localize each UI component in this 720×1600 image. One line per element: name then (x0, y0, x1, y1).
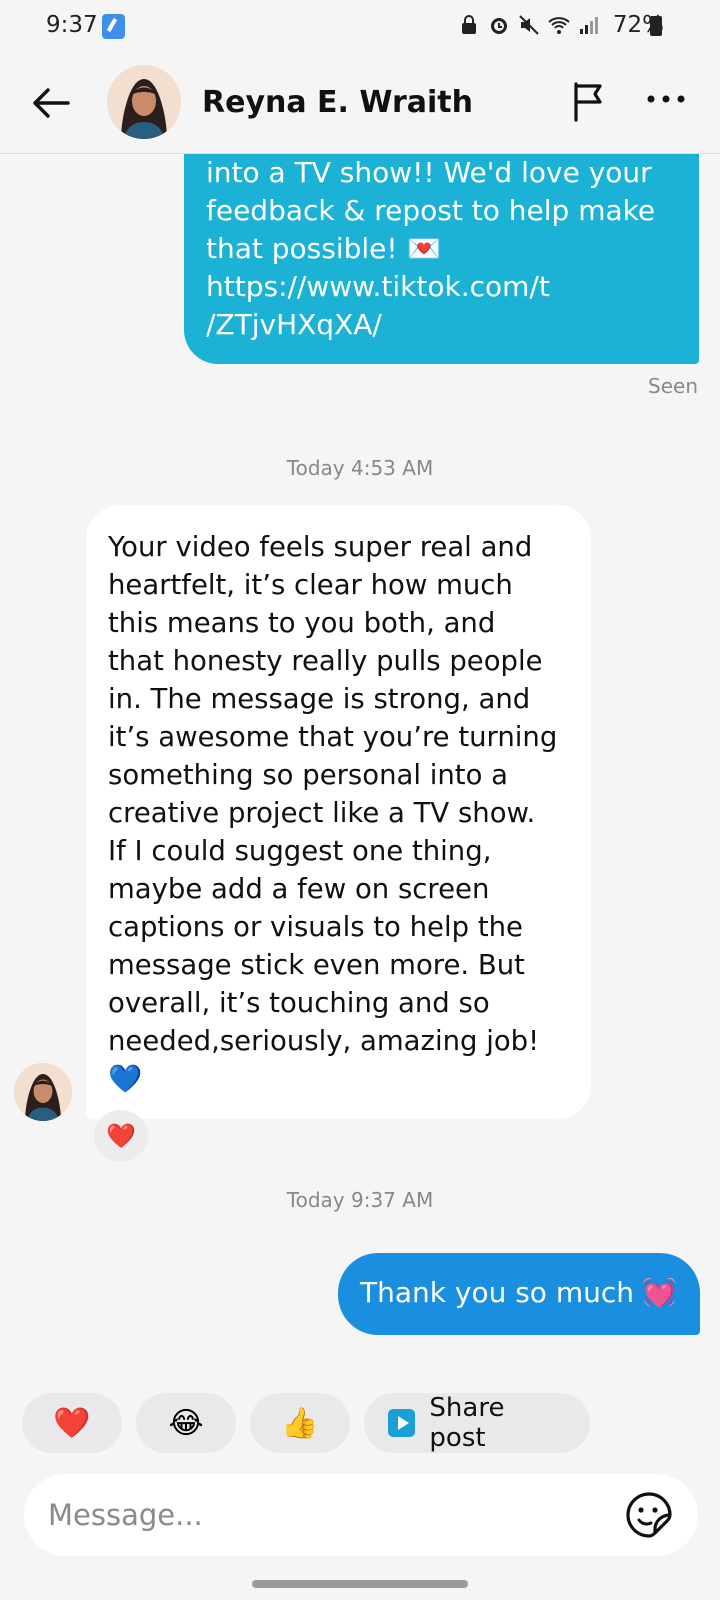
message-line: this means to you both, and (108, 607, 496, 639)
message-line: message stick even more. But (108, 949, 525, 981)
home-indicator[interactable] (252, 1580, 468, 1588)
sender-avatar[interactable] (14, 1063, 72, 1121)
beating-heart-emoji: 💓 (642, 1276, 677, 1309)
chat-header: Reyna E. Wraith (0, 52, 720, 154)
more-icon[interactable] (646, 92, 686, 106)
message-line: creative project like a TV show. (108, 797, 536, 829)
status-bar: 9:37 72% (0, 0, 720, 52)
message-line: it’s awesome that you’re turning (108, 721, 558, 753)
message-line: into a TV show!! We'd love your (206, 156, 652, 189)
flag-icon[interactable] (570, 80, 612, 122)
quick-react-thumbs-up[interactable]: 👍 (250, 1393, 350, 1453)
blue-heart-emoji: 💙 (108, 1063, 143, 1095)
sent-reply-bubble[interactable]: Thank you so much 💓 (338, 1253, 700, 1335)
battery-icon (650, 16, 662, 36)
message-line: Your video feels super real and (108, 531, 533, 563)
signal-icon (580, 17, 598, 34)
message-line: heartfelt, it’s clear how much (108, 569, 513, 601)
message-timestamp: Today 4:53 AM (286, 456, 434, 480)
wifi-icon (548, 17, 570, 34)
play-icon (388, 1409, 416, 1437)
contact-name[interactable]: Reyna E. Wraith (202, 85, 473, 120)
message-timestamp: Today 9:37 AM (286, 1188, 434, 1212)
avatar-image (107, 65, 181, 139)
message-input[interactable] (46, 1492, 610, 1538)
message-line: in. The message is strong, and (108, 683, 531, 715)
alarm-icon (491, 18, 507, 34)
seen-status: Seen (648, 374, 698, 398)
message-line: If I could suggest one thing, (108, 835, 492, 867)
contact-avatar[interactable] (107, 65, 181, 139)
notes-app-icon (102, 14, 125, 39)
message-line: that possible! 💌 (206, 232, 442, 265)
sticker-icon[interactable] (624, 1490, 674, 1540)
share-post-button[interactable]: Share post (364, 1393, 590, 1453)
message-link[interactable]: /ZTjvHXqXA/ (206, 306, 675, 344)
message-line: something so personal into a (108, 759, 508, 791)
received-message-bubble[interactable]: Your video feels super real and heartfel… (86, 505, 591, 1119)
status-icons (458, 14, 600, 36)
reply-text: Thank you so much (360, 1276, 634, 1309)
mute-icon (519, 15, 539, 35)
message-line: captions or visuals to help the (108, 911, 523, 943)
message-composer (24, 1474, 698, 1556)
chat-screen: 9:37 72% into a TV show!! We'd love your… (0, 0, 720, 1600)
status-time: 9:37 (46, 12, 98, 38)
message-line: overall, it’s touching and so (108, 987, 490, 1019)
message-line: needed,seriously, amazing job! (108, 1025, 540, 1057)
avatar-image (14, 1063, 72, 1121)
message-line: feedback & repost to help make (206, 194, 656, 227)
message-link[interactable]: https://www.tiktok.com/t (206, 268, 675, 306)
back-arrow-icon[interactable] (28, 80, 74, 126)
quick-react-heart[interactable]: ❤️ (22, 1393, 122, 1453)
quick-react-laugh[interactable]: 😂 (136, 1393, 236, 1453)
message-line: maybe add a few on screen (108, 873, 490, 905)
message-reaction[interactable]: ❤️ (94, 1110, 148, 1162)
message-line: that honesty really pulls people (108, 645, 543, 677)
lock-icon (462, 15, 476, 34)
share-post-label: Share post (429, 1393, 505, 1453)
